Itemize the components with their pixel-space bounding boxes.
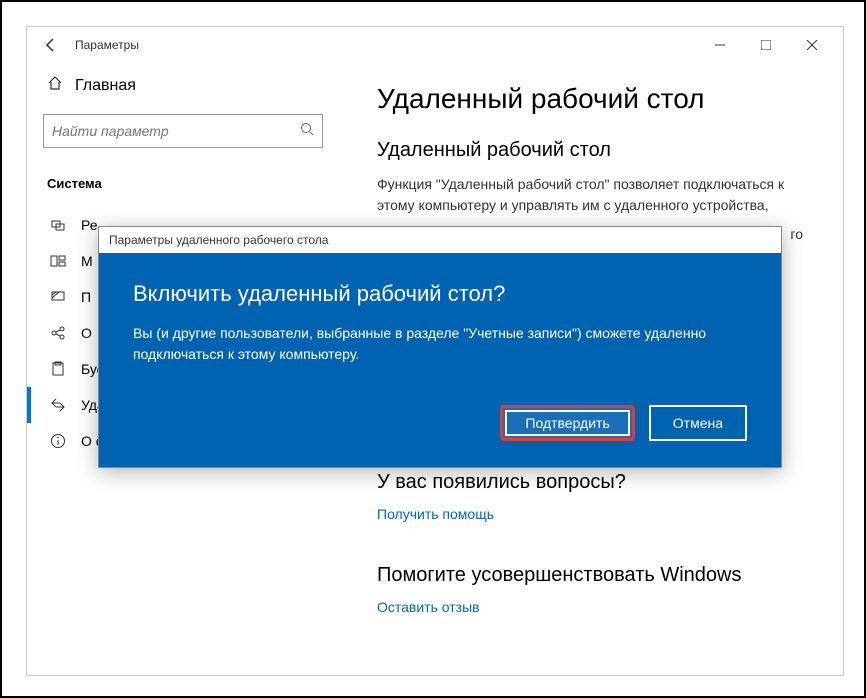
maximize-button[interactable]: [743, 29, 789, 61]
feedback-heading: Помогите усовершенствовать Windows: [377, 564, 803, 587]
confirm-button[interactable]: Подтвердить: [500, 405, 634, 441]
description-text: Функция "Удаленный рабочий стол" позволя…: [377, 174, 803, 216]
dialog-body-text: Вы (и другие пользователи, выбранные в р…: [133, 323, 747, 365]
cancel-button[interactable]: Отмена: [649, 405, 747, 441]
multitask-icon: [49, 253, 67, 269]
dialog-heading: Включить удаленный рабочий стол?: [133, 281, 747, 307]
sidebar-item-label: П: [81, 289, 91, 305]
help-heading: У вас появились вопросы?: [377, 471, 803, 494]
confirmation-dialog: Параметры удаленного рабочего стола Вклю…: [98, 226, 782, 468]
titlebar: Параметры: [27, 27, 843, 63]
search-box[interactable]: [43, 114, 323, 148]
close-button[interactable]: [789, 29, 835, 61]
search-input[interactable]: [52, 123, 300, 139]
home-icon: [47, 75, 63, 96]
project-icon: [49, 289, 67, 305]
back-button[interactable]: [35, 29, 67, 61]
resize-icon: [49, 217, 67, 233]
window-title: Параметры: [75, 38, 139, 52]
sidebar-item-label: М: [81, 253, 93, 269]
remote-icon: [49, 397, 67, 413]
minimize-button[interactable]: [697, 29, 743, 61]
info-icon: [49, 433, 67, 449]
dialog-title: Параметры удаленного рабочего стола: [99, 227, 781, 253]
home-label: Главная: [75, 77, 136, 95]
sidebar-section-title: Система: [37, 166, 317, 207]
page-title: Удаленный рабочий стол: [377, 83, 803, 115]
search-icon: [300, 122, 314, 141]
feedback-link[interactable]: Оставить отзыв: [377, 599, 480, 615]
section-heading: Удаленный рабочий стол: [377, 139, 803, 162]
sidebar-item-label: О: [81, 325, 92, 341]
home-nav[interactable]: Главная: [37, 63, 317, 108]
clipboard-icon: [49, 361, 67, 377]
sidebar-item-label: Ре: [81, 217, 98, 233]
share-icon: [49, 325, 67, 341]
help-link[interactable]: Получить помощь: [377, 506, 494, 522]
